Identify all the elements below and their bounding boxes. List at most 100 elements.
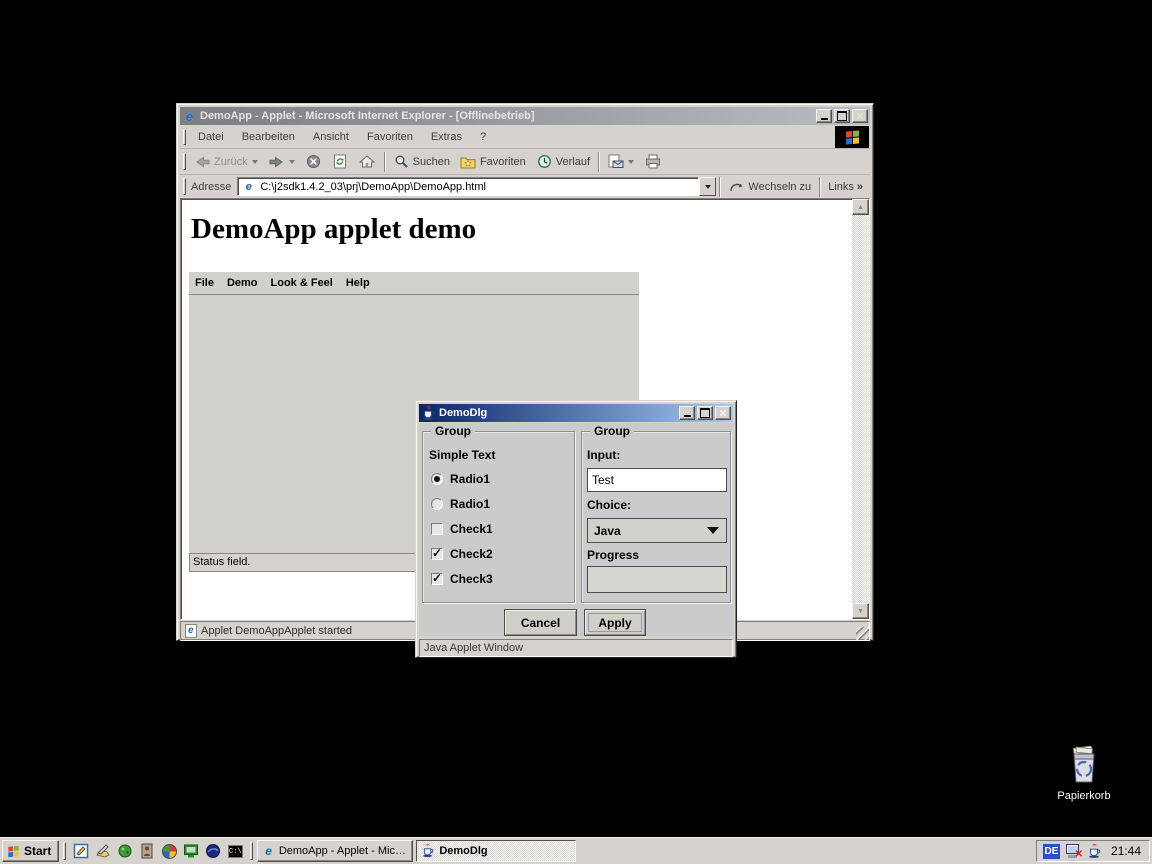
applet-menu-demo[interactable]: Demo — [227, 277, 268, 289]
radio-option-1[interactable]: Radio1 — [431, 472, 490, 486]
ie-menubar: Datei Bearbeiten Ansicht Favoriten Extra… — [180, 126, 870, 149]
address-value: C:\j2sdk1.4.2_03\prj\DemoApp\DemoApp.htm… — [260, 181, 486, 193]
mail-dropdown-icon[interactable] — [628, 160, 634, 164]
ie-minimize-button[interactable] — [816, 109, 832, 123]
stop-button[interactable] — [300, 152, 327, 172]
toolbar-grip[interactable] — [183, 153, 186, 171]
mail-button[interactable] — [602, 152, 639, 172]
forward-dropdown-icon[interactable] — [289, 160, 295, 164]
quicklaunch-globe-icon[interactable] — [203, 841, 223, 861]
menu-ansicht[interactable]: Ansicht — [304, 128, 358, 146]
input-label: Input: — [587, 448, 620, 462]
demodlg-content: Group Simple Text Radio1 Radio1 Check1 C… — [419, 423, 733, 636]
go-button[interactable]: Wechseln zu — [723, 177, 816, 197]
radio-icon[interactable] — [431, 473, 443, 485]
page-title: DemoApp applet demo — [191, 213, 476, 246]
menu-favoriten[interactable]: Favoriten — [358, 128, 422, 146]
input-field[interactable] — [587, 468, 727, 492]
menu-extras[interactable]: Extras — [422, 128, 471, 146]
desktop: e DemoApp - Applet - Microsoft Internet … — [0, 0, 1152, 864]
checkbox-icon[interactable] — [431, 573, 443, 585]
ie-close-button[interactable] — [852, 109, 868, 123]
recycle-bin-label[interactable]: Papierkorb — [1048, 790, 1120, 802]
windows-logo-icon — [846, 130, 859, 144]
task-button-demodlg[interactable]: DemoDlg — [416, 840, 576, 862]
java-cup-icon[interactable] — [1087, 844, 1102, 859]
check-option-3[interactable]: Check3 — [431, 572, 493, 586]
toolbar-separator — [384, 152, 385, 172]
go-arrow-icon — [728, 179, 745, 195]
mail-icon — [607, 154, 624, 170]
menubar-grip[interactable] — [183, 129, 186, 144]
address-dropdown-button[interactable] — [699, 177, 716, 196]
quicklaunch-hand-icon[interactable] — [93, 841, 113, 861]
radio-option-2[interactable]: Radio1 — [431, 497, 490, 511]
demodlg-close-button[interactable] — [715, 406, 731, 420]
quicklaunch-pinwheel-icon[interactable] — [159, 841, 179, 861]
ie-logo-icon: e — [262, 844, 274, 858]
check-option-1[interactable]: Check1 — [431, 522, 493, 536]
links-toolbar[interactable]: Links » — [823, 179, 868, 195]
radio-icon[interactable] — [431, 498, 443, 510]
check-option-2[interactable]: Check2 — [431, 547, 493, 561]
back-button[interactable]: Zurück — [189, 152, 263, 172]
scroll-up-button[interactable] — [852, 199, 869, 215]
addressbar-grip[interactable] — [183, 178, 186, 194]
home-button[interactable] — [354, 152, 381, 172]
simple-text-label: Simple Text — [429, 448, 495, 462]
ie-addressbar: Adresse e C:\j2sdk1.4.2_03\prj\DemoApp\D… — [180, 175, 870, 198]
applet-menu-file[interactable]: File — [195, 277, 224, 289]
taskbar-grip[interactable] — [63, 842, 66, 860]
resize-grip[interactable] — [856, 627, 869, 640]
windows-logo-icon — [8, 845, 18, 856]
history-icon — [536, 154, 553, 170]
forward-button[interactable] — [263, 152, 300, 172]
quicklaunch-person-icon[interactable] — [137, 841, 157, 861]
cancel-button[interactable]: Cancel — [504, 609, 577, 636]
recycle-bin[interactable]: Papierkorb — [1048, 746, 1120, 802]
java-cup-icon — [421, 844, 435, 858]
ie-titlebar[interactable]: e DemoApp - Applet - Microsoft Internet … — [180, 107, 870, 125]
forward-icon — [268, 154, 285, 170]
network-disconnected-icon[interactable]: ✕ — [1065, 843, 1082, 859]
menu-datei[interactable]: Datei — [189, 128, 233, 146]
favorites-button[interactable]: Favoriten — [455, 152, 531, 172]
vertical-scrollbar[interactable] — [852, 199, 869, 619]
applet-menu-help[interactable]: Help — [346, 277, 380, 289]
address-input[interactable]: e C:\j2sdk1.4.2_03\prj\DemoApp\DemoApp.h… — [237, 177, 699, 196]
back-dropdown-icon[interactable] — [252, 160, 258, 164]
taskbar-grip[interactable] — [250, 842, 253, 860]
applet-warning-banner: Java Applet Window — [419, 639, 733, 657]
links-chevron-icon[interactable]: » — [857, 181, 863, 193]
print-button[interactable] — [639, 152, 666, 172]
scroll-down-button[interactable] — [852, 603, 869, 619]
refresh-button[interactable] — [327, 152, 354, 172]
demodlg-window: DemoDlg Group Simple Text Radio1 Radio1 — [415, 400, 737, 658]
checkbox-icon[interactable] — [431, 523, 443, 535]
checkbox-icon[interactable] — [431, 548, 443, 560]
applet-menu-lookfeel[interactable]: Look & Feel — [271, 277, 343, 289]
menu-hilfe[interactable]: ? — [471, 128, 495, 146]
quicklaunch-green-ball-icon[interactable] — [115, 841, 135, 861]
apply-button[interactable]: Apply — [584, 609, 646, 636]
demodlg-minimize-button[interactable] — [679, 406, 695, 420]
demodlg-titlebar[interactable]: DemoDlg — [419, 404, 733, 422]
demodlg-maximize-button[interactable] — [697, 406, 713, 420]
stop-icon — [305, 154, 322, 170]
right-group-title: Group — [590, 424, 634, 438]
taskbar-clock: 21:44 — [1107, 844, 1141, 858]
task-button-demoapp[interactable]: e DemoApp - Applet - Micro... — [257, 840, 413, 862]
ie-maximize-button[interactable] — [834, 109, 850, 123]
language-indicator[interactable]: DE — [1043, 844, 1060, 859]
history-button[interactable]: Verlauf — [531, 152, 595, 172]
start-button[interactable]: Start — [2, 840, 59, 862]
search-button[interactable]: Suchen — [388, 152, 455, 172]
status-message: Applet DemoAppApplet started — [201, 625, 352, 637]
quicklaunch-monitor-icon[interactable] — [181, 841, 201, 861]
home-icon — [359, 154, 376, 170]
quicklaunch-editor-icon[interactable] — [71, 841, 91, 861]
progress-label: Progress — [587, 548, 639, 562]
choice-combobox[interactable]: Java — [587, 518, 727, 543]
menu-bearbeiten[interactable]: Bearbeiten — [233, 128, 304, 146]
quicklaunch-dos-prompt-icon[interactable]: C:\ — [225, 841, 245, 861]
